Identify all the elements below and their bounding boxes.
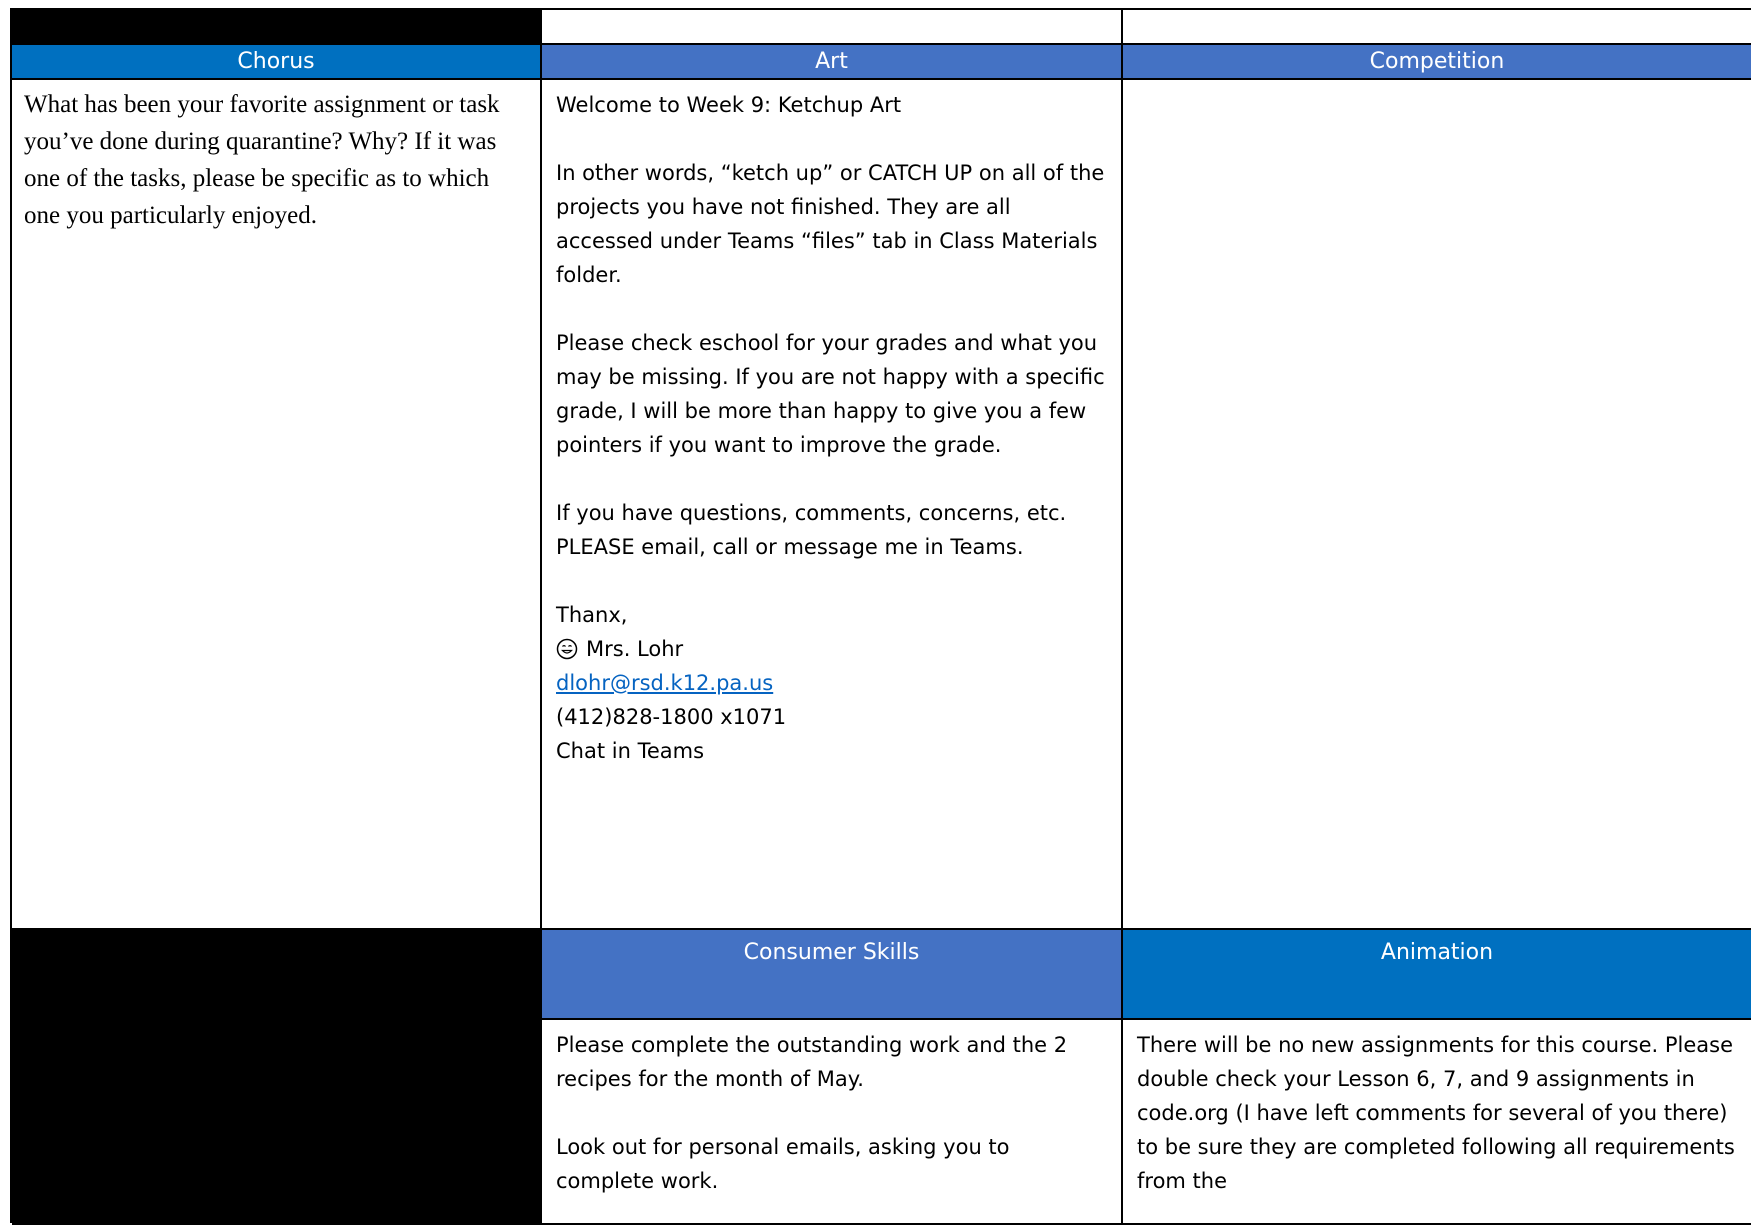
art-email-link[interactable]: dlohr@rsd.k12.pa.us xyxy=(556,671,773,695)
bottom-left-black-header-cell xyxy=(12,930,542,1020)
animation-header: Animation xyxy=(1123,930,1751,1020)
art-signature-line: Mrs. Lohr xyxy=(556,632,1109,666)
art-email-line: dlohr@rsd.k12.pa.us xyxy=(556,666,1109,700)
consumer-skills-paragraph-recipes: Please complete the outstanding work and… xyxy=(556,1033,1068,1091)
art-paragraph-grades: Please check eschool for your grades and… xyxy=(556,331,1105,457)
art-phone: (412)828-1800 x1071 xyxy=(556,705,787,729)
smiling-face-icon xyxy=(556,636,578,660)
chorus-text: What has been your favorite assignment o… xyxy=(24,91,500,229)
art-signature-name: Mrs. Lohr xyxy=(586,637,684,661)
art-content: Welcome to Week 9: Ketchup Art In other … xyxy=(542,80,1123,930)
consumer-skills-header: Consumer Skills xyxy=(542,930,1123,1020)
art-thanks: Thanx, xyxy=(556,603,628,627)
art-paragraph-catch-up: In other words, “ketch up” or CATCH UP o… xyxy=(556,161,1105,287)
bottom-left-black-content-cell xyxy=(12,1020,542,1225)
animation-content: There will be no new assignments for thi… xyxy=(1123,1020,1751,1225)
art-chat: Chat in Teams xyxy=(556,739,705,763)
top-right-empty-cell xyxy=(1123,10,1751,45)
top-middle-empty-cell xyxy=(542,10,1123,45)
animation-text: There will be no new assignments for thi… xyxy=(1137,1033,1735,1193)
art-paragraph-questions: If you have questions, comments, concern… xyxy=(556,501,1067,559)
competition-content xyxy=(1123,80,1751,930)
top-left-black-cell xyxy=(12,10,542,45)
consumer-skills-content: Please complete the outstanding work and… xyxy=(542,1020,1123,1225)
chorus-header: Chorus xyxy=(12,45,542,80)
art-header: Art xyxy=(542,45,1123,80)
competition-header: Competition xyxy=(1123,45,1751,80)
schedule-table: Chorus Art Competition What has been you… xyxy=(10,8,1751,1225)
art-welcome: Welcome to Week 9: Ketchup Art xyxy=(556,93,902,117)
chorus-content: What has been your favorite assignment o… xyxy=(12,80,542,930)
consumer-skills-paragraph-emails: Look out for personal emails, asking you… xyxy=(556,1135,1010,1193)
